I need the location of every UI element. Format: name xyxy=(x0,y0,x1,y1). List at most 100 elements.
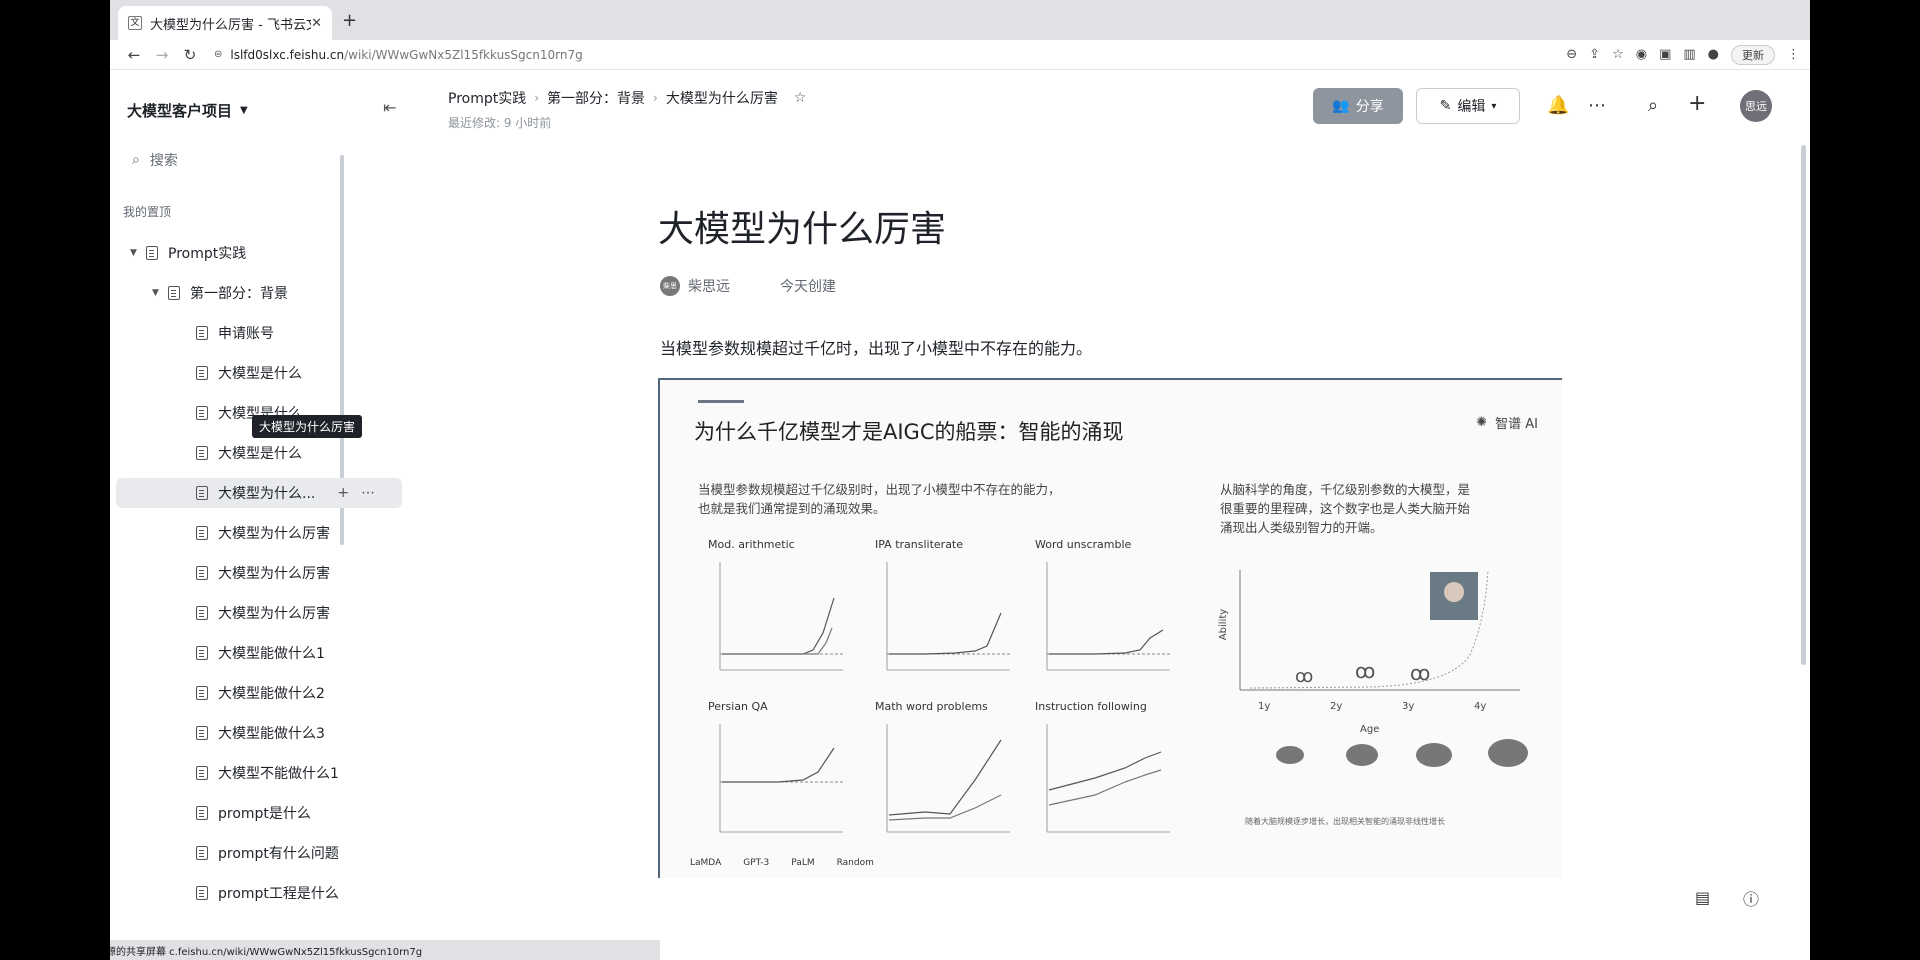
breadcrumb-item[interactable]: 第一部分：背景 xyxy=(547,88,645,108)
tree-item[interactable]: 申请账号 xyxy=(196,318,346,348)
tree-item-label: 申请账号 xyxy=(218,326,274,342)
breadcrumb-item[interactable]: Prompt实践 xyxy=(448,88,526,108)
doc-icon xyxy=(196,766,208,780)
tree-item-label: Prompt实践 xyxy=(168,246,247,262)
bell-icon[interactable]: 🔔 xyxy=(1547,95,1569,116)
close-tab-icon[interactable]: ✕ xyxy=(311,16,322,31)
status-bar: 思源的共享屏幕 c.feishu.cn/wiki/WWwGwNx5Zl15fkk… xyxy=(110,940,660,960)
add-icon[interactable]: + xyxy=(1688,91,1706,116)
plot-title: Instruction following xyxy=(1035,700,1147,713)
more-icon[interactable]: ⋯ xyxy=(1588,95,1606,116)
ability-label: Ability xyxy=(1218,608,1230,641)
plot-legend: LaMDA GPT-3 PaLM Random xyxy=(690,858,874,868)
breadcrumb-item[interactable]: 大模型为什么厉害 xyxy=(666,88,778,108)
doc-scrollbar[interactable] xyxy=(1801,145,1806,665)
tree-item[interactable]: 大模型为什么厉害 xyxy=(196,518,346,548)
plot-graphic xyxy=(1046,562,1170,671)
legend-item: Random xyxy=(836,858,874,868)
outline-icon[interactable]: ▤ xyxy=(1695,888,1710,907)
doc-icon xyxy=(196,406,208,420)
reload-icon[interactable]: ↻ xyxy=(176,46,204,64)
tree-item[interactable]: 大模型为什么厉害 xyxy=(196,598,346,628)
slide-title: 为什么千亿模型才是AIGC的船票：智能的涌现 xyxy=(694,420,1124,444)
tree-item[interactable]: prompt是什么 xyxy=(196,798,346,828)
doc-title[interactable]: 大模型为什么厉害 xyxy=(658,200,946,252)
svg-text:ꝏ: ꝏ xyxy=(1295,666,1313,687)
url-path: /wiki/WWwGwNx5Zl15fkkusSgcn10rn7g xyxy=(344,47,583,62)
tree-item[interactable]: 大模型能做什么1 xyxy=(196,638,346,668)
forward-icon[interactable]: → xyxy=(148,46,176,64)
collapse-sidebar-icon[interactable]: ⇤ xyxy=(383,98,396,117)
age-label: Age xyxy=(1360,724,1380,735)
doc-icon xyxy=(196,566,208,580)
tree-item[interactable]: 大模型为什么厉害 xyxy=(196,558,346,588)
tree-item-active[interactable]: 大模型为什么... + ⋯ xyxy=(116,478,402,508)
favorite-star-icon[interactable]: ☆ xyxy=(794,90,807,106)
zoom-icon[interactable]: ⊖ xyxy=(1566,47,1577,62)
share-label: 分享 xyxy=(1355,99,1384,115)
author-avatar[interactable]: 柴思 xyxy=(660,276,680,296)
doc-paragraph[interactable]: 当模型参数规模超过千亿时，出现了小模型中不存在的能力。 xyxy=(660,335,1092,359)
back-icon[interactable]: ← xyxy=(120,46,148,64)
avatar[interactable]: 思远 xyxy=(1740,90,1772,122)
tree-item-label: 大模型能做什么2 xyxy=(218,686,325,702)
doc-icon xyxy=(196,686,208,700)
tree-item[interactable]: prompt有什么问题 xyxy=(196,838,346,868)
expand-arrow-icon[interactable]: ▼ xyxy=(130,248,146,258)
slide-image[interactable]: 为什么千亿模型才是AIGC的船票：智能的涌现 ✺ 智谱 AI 当模型参数规模超过… xyxy=(658,378,1562,878)
tree-item-prompt[interactable]: ▼ Prompt实践 xyxy=(130,238,350,268)
plot-title: IPA transliterate xyxy=(875,538,964,551)
age-tick: 4y xyxy=(1474,701,1487,712)
tree-item[interactable]: 大模型不能做什么1 xyxy=(196,758,346,788)
svg-text:ꝏ: ꝏ xyxy=(1355,659,1375,683)
search-icon: ⌕ xyxy=(132,152,140,168)
share-page-icon[interactable]: ⇪ xyxy=(1589,47,1600,62)
tree-item[interactable]: prompt工程是什么 xyxy=(196,878,346,908)
share-button[interactable]: 👥 分享 xyxy=(1313,88,1403,124)
browser-tab[interactable]: 文 大模型为什么厉害 - 飞书云文档 ✕ xyxy=(118,6,332,40)
edit-mode-button[interactable]: ✎ 编辑 ▾ xyxy=(1416,88,1520,124)
tree-item-label: 大模型是什么 xyxy=(218,446,302,462)
workspace-name: 大模型客户项目 xyxy=(127,102,233,120)
tree-item[interactable]: 大模型是什么 xyxy=(196,438,346,468)
pinned-label: 我的置顶 xyxy=(123,205,172,219)
bookmark-star-icon[interactable]: ☆ xyxy=(1612,47,1624,62)
age-tick: 3y xyxy=(1402,701,1415,712)
logo-text: 智谱 AI xyxy=(1495,417,1538,432)
tree-item[interactable]: 大模型是什么 xyxy=(196,358,346,388)
doc-icon xyxy=(196,326,208,340)
tree-item-part1[interactable]: ▼ 第一部分：背景 xyxy=(152,278,352,308)
url-field[interactable]: ⊜ lslfd0slxc.feishu.cn /wiki/WWwGwNx5Zl1… xyxy=(214,48,583,62)
add-child-icon[interactable]: + xyxy=(337,485,349,501)
caret-down-icon: ▼ xyxy=(240,105,248,116)
workspace-switcher[interactable]: 大模型客户项目 ▼ xyxy=(127,100,248,121)
legend-item: GPT-3 xyxy=(743,858,770,868)
profile-icon[interactable]: ● xyxy=(1708,47,1719,62)
search-icon[interactable]: ⌕ xyxy=(1648,95,1658,116)
search-input[interactable]: ⌕ 搜索 xyxy=(122,144,347,176)
author-name[interactable]: 柴思远 xyxy=(688,276,730,296)
tree-item-label: 第一部分：背景 xyxy=(190,286,288,302)
new-tab-icon[interactable]: + xyxy=(342,10,357,31)
doc-icon xyxy=(196,606,208,620)
update-button[interactable]: 更新 xyxy=(1731,44,1775,65)
slide-accent-bar xyxy=(698,400,744,403)
slide-right-text: 从脑科学的角度，千亿级别参数的大模型，是 很重要的里程碑，这个数字也是人类大脑开… xyxy=(1220,480,1470,537)
tree-item[interactable]: 大模型能做什么2 xyxy=(196,678,346,708)
plot-math-word: Math word problems xyxy=(875,700,1015,850)
slide-left-text: 当模型参数规模超过千亿级别时，出现了小模型中不存在的能力， 也就是我们通常提到的… xyxy=(698,480,1061,518)
more-icon[interactable]: ⋯ xyxy=(361,485,375,501)
tree-item-label: 大模型为什么... xyxy=(218,486,316,502)
plot-graphic xyxy=(886,724,1010,833)
site-info-icon[interactable]: ⊜ xyxy=(214,49,222,60)
sidepanel-icon[interactable]: ▥ xyxy=(1683,47,1695,62)
doc-icon xyxy=(196,526,208,540)
help-icon[interactable]: ⓘ xyxy=(1743,886,1759,910)
edit-label: 编辑 xyxy=(1457,99,1486,115)
extension-icon[interactable]: ◉ xyxy=(1636,47,1647,62)
tree-item[interactable]: 大模型能做什么3 xyxy=(196,718,346,748)
menu-icon[interactable]: ⋮ xyxy=(1787,47,1800,62)
search-placeholder: 搜索 xyxy=(149,153,178,169)
expand-arrow-icon[interactable]: ▼ xyxy=(152,288,168,298)
extension-icon-2[interactable]: ▣ xyxy=(1659,47,1671,62)
